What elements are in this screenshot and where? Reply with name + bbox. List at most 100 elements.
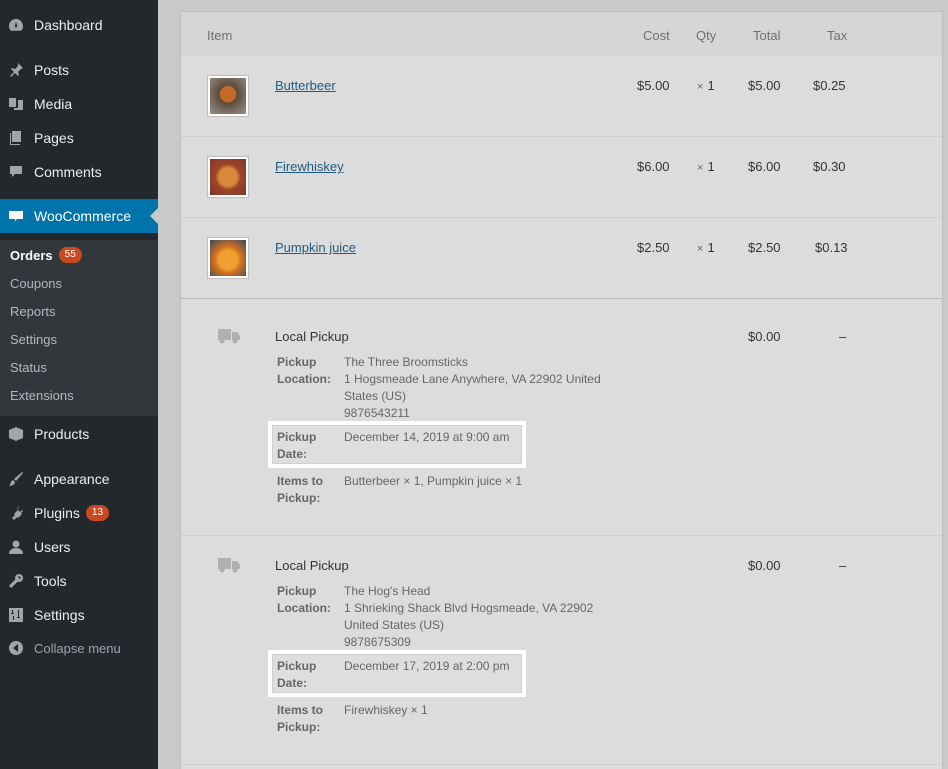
woo-icon [8, 208, 24, 224]
menu-comments[interactable]: Comments [0, 155, 158, 189]
submenu-status[interactable]: Status [10, 357, 47, 377]
qty-multiplier: × [697, 243, 704, 255]
collapse-icon [8, 640, 24, 656]
header-total: Total [753, 28, 781, 43]
shipping-total: $0.00 [748, 558, 781, 573]
item-cost: $6.00 [637, 159, 670, 174]
truck-icon [218, 557, 240, 573]
menu-label: WooCommerce [34, 208, 131, 224]
location-name: The Three Broomsticks [344, 355, 468, 369]
qty-multiplier: × [697, 162, 704, 174]
item-link-firewhiskey[interactable]: Firewhiskey [275, 159, 344, 174]
row-divider [181, 764, 942, 765]
pickup-date-value: December 14, 2019 at 9:00 am [344, 430, 510, 444]
submenu-label: Coupons [10, 275, 63, 291]
submenu-coupons[interactable]: Coupons [10, 273, 62, 293]
menu-dashboard[interactable]: Dashboard [0, 8, 158, 42]
label-line: Date: [277, 447, 308, 461]
menu-label: Tools [34, 573, 67, 589]
pickup-location-value: The Hog's Head 1 Shrieking Shack Blvd Ho… [344, 583, 593, 651]
menu-products[interactable]: Products [0, 417, 158, 451]
items-to-pickup-label: Items to Pickup: [277, 473, 323, 507]
submenu-settings[interactable]: Settings [10, 329, 57, 349]
menu-media[interactable]: Media [0, 87, 158, 121]
item-qty: × 1 [697, 159, 715, 174]
submenu-orders[interactable]: Orders 55 [10, 245, 82, 265]
submenu-label: Settings [10, 331, 57, 347]
orders-count-badge: 55 [58, 247, 82, 263]
label-line: Date: [277, 676, 308, 690]
submenu-label: Status [10, 359, 47, 375]
menu-plugins[interactable]: Plugins 13 [0, 496, 158, 530]
menu-label: Dashboard [34, 17, 103, 33]
plugins-update-badge: 13 [85, 505, 110, 521]
brush-icon [8, 471, 24, 487]
collapse-menu-button[interactable]: Collapse menu [0, 631, 158, 665]
menu-settings[interactable]: Settings [0, 598, 158, 632]
submenu-extensions[interactable]: Extensions [10, 385, 74, 405]
item-total: $2.50 [748, 240, 781, 255]
settings-icon [8, 607, 24, 623]
box-icon [8, 426, 24, 442]
product-thumbnail[interactable] [207, 237, 249, 279]
wrench-icon [8, 573, 24, 589]
label-line: Pickup [277, 355, 317, 369]
item-link-butterbeer[interactable]: Butterbeer [275, 78, 336, 93]
menu-label: Posts [34, 62, 70, 78]
product-thumbnail[interactable] [207, 75, 249, 117]
submenu-label: Orders [10, 247, 53, 263]
item-qty: × 1 [697, 240, 715, 255]
menu-label: Pages [34, 130, 74, 146]
header-cost: Cost [643, 28, 670, 43]
collapse-label: Collapse menu [34, 640, 121, 656]
shipping-tax: – [839, 558, 847, 573]
shipping-method-title: Local Pickup [275, 329, 349, 344]
location-phone: 9876543211 [344, 406, 410, 420]
menu-users[interactable]: Users [0, 530, 158, 564]
submenu-reports[interactable]: Reports [10, 301, 56, 321]
label-line: Location: [277, 372, 331, 386]
media-icon [8, 96, 24, 112]
shipping-method-title: Local Pickup [275, 558, 349, 573]
menu-appearance[interactable]: Appearance [0, 462, 158, 496]
menu-label: Comments [34, 164, 102, 180]
location-address: 1 Hogsmeade Lane Anywhere, VA 22902 Unit… [344, 372, 601, 386]
pickup-location-value: The Three Broomsticks 1 Hogsmeade Lane A… [344, 354, 601, 422]
menu-label: Products [34, 426, 90, 442]
label-line: Pickup: [277, 491, 321, 505]
menu-tools[interactable]: Tools [0, 564, 158, 598]
items-to-pickup-value: Firewhiskey × 1 [344, 703, 428, 717]
product-thumbnail[interactable] [207, 156, 249, 198]
submenu-label: Extensions [10, 387, 74, 403]
item-tax: $0.13 [815, 240, 848, 255]
item-tax: $0.25 [813, 78, 846, 93]
label-line: Pickup [277, 430, 317, 444]
item-link-pumpkin-juice[interactable]: Pumpkin juice [275, 240, 356, 255]
woocommerce-submenu: Orders 55 Coupons Reports Settings Statu… [0, 240, 158, 416]
menu-posts[interactable]: Posts [0, 53, 158, 87]
plugin-icon [8, 505, 24, 521]
items-to-pickup-value: Butterbeer × 1, Pumpkin juice × 1 [344, 474, 523, 488]
menu-label: Settings [34, 607, 85, 623]
menu-pages[interactable]: Pages [0, 121, 158, 155]
pickup-location-label: Pickup Location: [277, 354, 331, 388]
item-total: $5.00 [748, 78, 781, 93]
header-tax: Tax [827, 28, 848, 43]
label-line: Items to [277, 474, 324, 488]
pin-icon [8, 62, 24, 78]
active-arrow [150, 208, 158, 224]
menu-woocommerce[interactable]: WooCommerce [0, 199, 158, 233]
item-total: $6.00 [748, 159, 781, 174]
label-line: Pickup: [277, 720, 321, 734]
label-line: Pickup [277, 659, 317, 673]
menu-label: Plugins [34, 505, 80, 521]
location-country: States (US) [344, 389, 407, 403]
section-divider [181, 298, 942, 299]
item-tax: $0.30 [813, 159, 846, 174]
qty-value: 1 [707, 240, 715, 255]
user-icon [8, 539, 24, 555]
truck-icon [218, 328, 240, 344]
header-qty: Qty [696, 28, 717, 43]
location-name: The Hog's Head [344, 584, 431, 598]
header-item: Item [207, 28, 233, 43]
